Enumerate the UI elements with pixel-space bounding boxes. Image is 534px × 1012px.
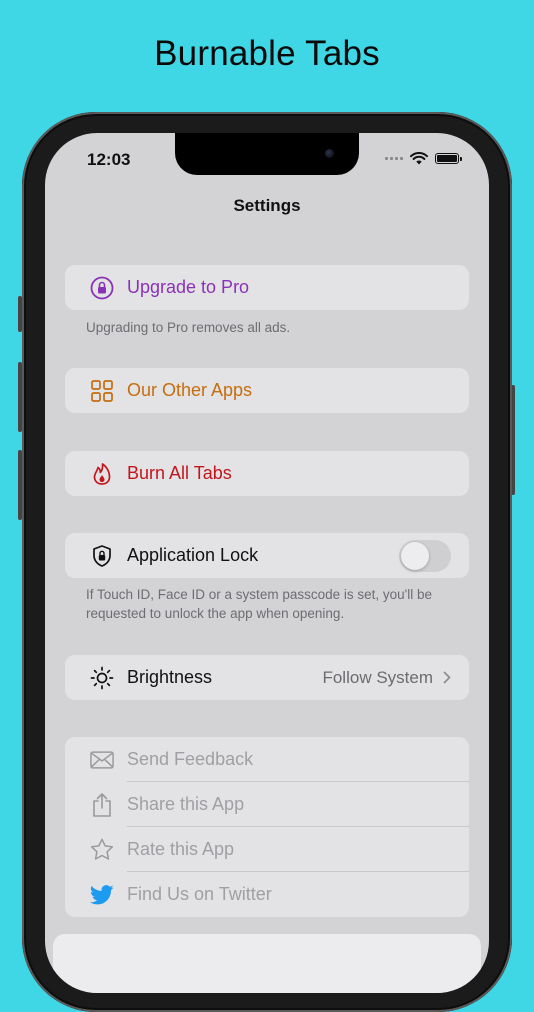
twitter-icon <box>90 883 114 907</box>
send-feedback-button[interactable]: Send Feedback <box>65 737 469 782</box>
grid-icon <box>90 379 114 403</box>
phone-screen: 12:03 Settings Upgrade to Pro Upgrading … <box>45 133 489 993</box>
burn-group: Burn All Tabs <box>65 451 469 496</box>
brightness-group: Brightness Follow System <box>65 655 469 700</box>
shield-lock-icon <box>90 544 114 568</box>
brightness-value: Follow System <box>322 668 451 688</box>
chevron-right-icon <box>443 671 451 684</box>
other-apps-label: Our Other Apps <box>127 380 253 400</box>
flame-icon <box>90 462 114 486</box>
burn-all-tabs-button[interactable]: Burn All Tabs <box>65 451 469 496</box>
notch <box>175 133 359 175</box>
brightness-label: Brightness <box>127 667 213 687</box>
lock-circle-icon <box>90 276 114 300</box>
upgrade-label: Upgrade to Pro <box>127 277 250 297</box>
toggle-knob <box>401 541 429 570</box>
headline: Burnable Tabs <box>154 34 380 73</box>
app-lock-label: Application Lock <box>127 545 259 565</box>
other-apps-group: Our Other Apps <box>65 368 469 413</box>
more-group: Send Feedback Share this App Rate this A… <box>65 737 469 917</box>
twitter-button[interactable]: Find Us on Twitter <box>65 872 469 917</box>
share-app-label: Share this App <box>127 794 245 814</box>
upgrade-to-pro-button[interactable]: Upgrade to Pro <box>65 265 469 310</box>
status-time: 12:03 <box>87 150 131 169</box>
upgrade-group: Upgrade to Pro <box>65 265 469 310</box>
star-icon <box>90 838 114 862</box>
app-lock-row: Application Lock <box>65 533 469 578</box>
status-icons <box>385 152 462 165</box>
rate-app-label: Rate this App <box>127 839 235 859</box>
wifi-icon <box>410 152 428 165</box>
camera-icon <box>325 149 334 158</box>
battery-icon <box>435 153 462 164</box>
brightness-row[interactable]: Brightness Follow System <box>65 655 469 700</box>
app-lock-toggle[interactable] <box>399 539 451 572</box>
upgrade-footnote: Upgrading to Pro removes all ads. <box>86 320 291 335</box>
send-feedback-label: Send Feedback <box>127 749 254 769</box>
cellular-signal-icon <box>385 157 403 160</box>
envelope-icon <box>90 748 114 772</box>
twitter-label: Find Us on Twitter <box>127 884 272 904</box>
sun-icon <box>90 666 114 690</box>
brightness-value-text: Follow System <box>322 667 433 687</box>
page-title: Settings <box>233 196 301 215</box>
share-icon <box>90 792 114 817</box>
app-lock-footnote: If Touch ID, Face ID or a system passcod… <box>86 587 432 621</box>
burn-label: Burn All Tabs <box>127 463 232 483</box>
other-apps-button[interactable]: Our Other Apps <box>65 368 469 413</box>
bottom-sheet <box>53 934 481 993</box>
rate-app-button[interactable]: Rate this App <box>65 827 469 872</box>
app-lock-group: Application Lock <box>65 533 469 578</box>
share-app-button[interactable]: Share this App <box>65 782 469 827</box>
